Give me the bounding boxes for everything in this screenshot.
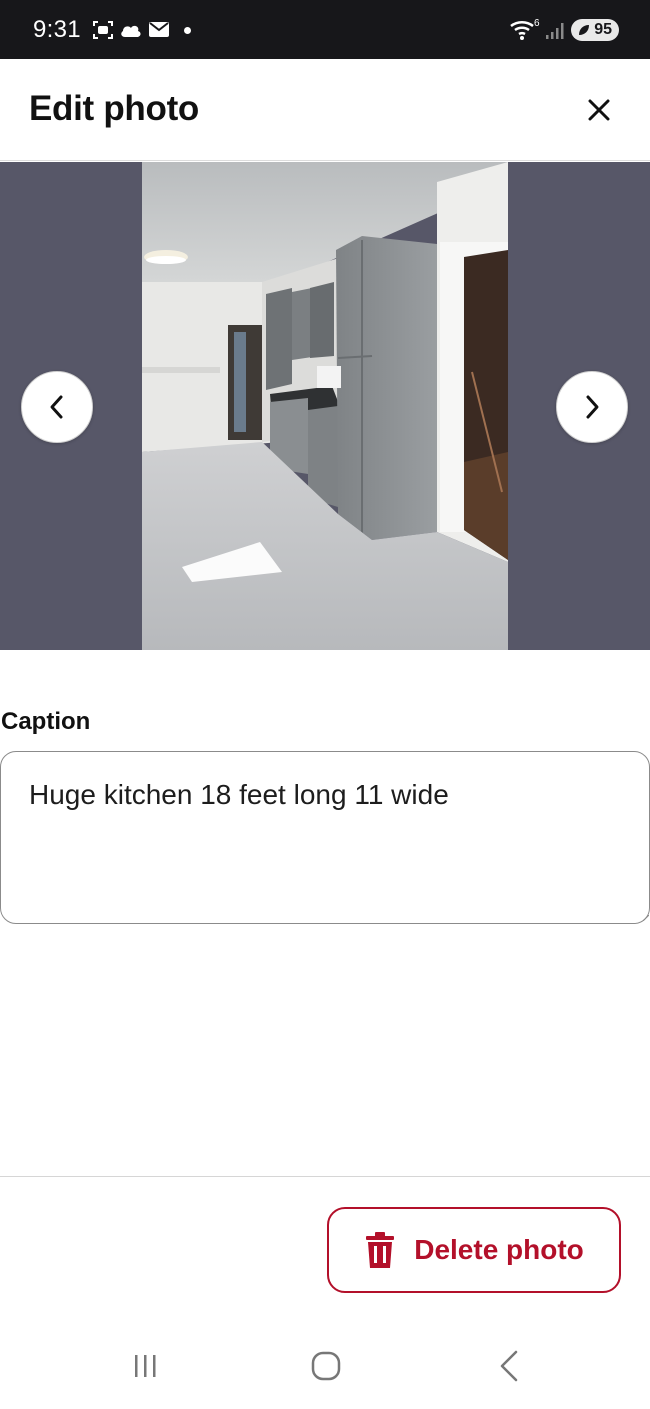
chevron-right-icon[interactable] [582,394,602,420]
close-icon[interactable] [588,99,610,121]
battery-level: 95 [594,21,612,38]
status-time: 9:31 [33,16,81,43]
caption-label: Caption [1,708,91,735]
status-bar: 9:31 6 95 [0,0,650,59]
caption-value[interactable]: Huge kitchen 18 feet long 11 wide [29,778,621,812]
back-icon[interactable] [496,1350,522,1382]
delete-photo-label: Delete photo [414,1234,584,1265]
footer-divider [0,1176,650,1177]
notification-dot-icon [184,27,191,34]
cloud-icon [121,25,141,37]
page-title: Edit photo [29,89,200,128]
android-nav-bar [0,1320,650,1409]
mail-icon [149,22,169,37]
wifi-generation-label: 6 [534,18,540,29]
previous-photo-button[interactable] [21,371,93,443]
header: Edit photo [0,59,650,161]
resize-grip-icon[interactable] [643,915,649,921]
recents-icon[interactable] [131,1352,159,1380]
battery-saver-icon [579,25,589,35]
home-button[interactable] [306,1348,346,1384]
recents-button[interactable] [125,1348,165,1384]
photo-viewer [0,162,650,650]
next-photo-button[interactable] [556,371,628,443]
caption-textarea[interactable]: Huge kitchen 18 feet long 11 wide [0,751,650,924]
trash-icon [366,1232,395,1268]
kitchen-photo-image [142,162,508,650]
battery-indicator: 95 [571,19,619,41]
kitchen-photo [142,162,508,650]
delete-photo-button[interactable]: Delete photo [327,1207,621,1293]
chevron-left-icon[interactable] [47,394,67,420]
close-button[interactable] [580,91,618,129]
wifi-icon: 6 [510,18,540,40]
back-button[interactable] [489,1348,529,1384]
screenshot-icon [93,21,113,39]
home-icon[interactable] [310,1350,342,1382]
signal-icon [546,23,564,39]
